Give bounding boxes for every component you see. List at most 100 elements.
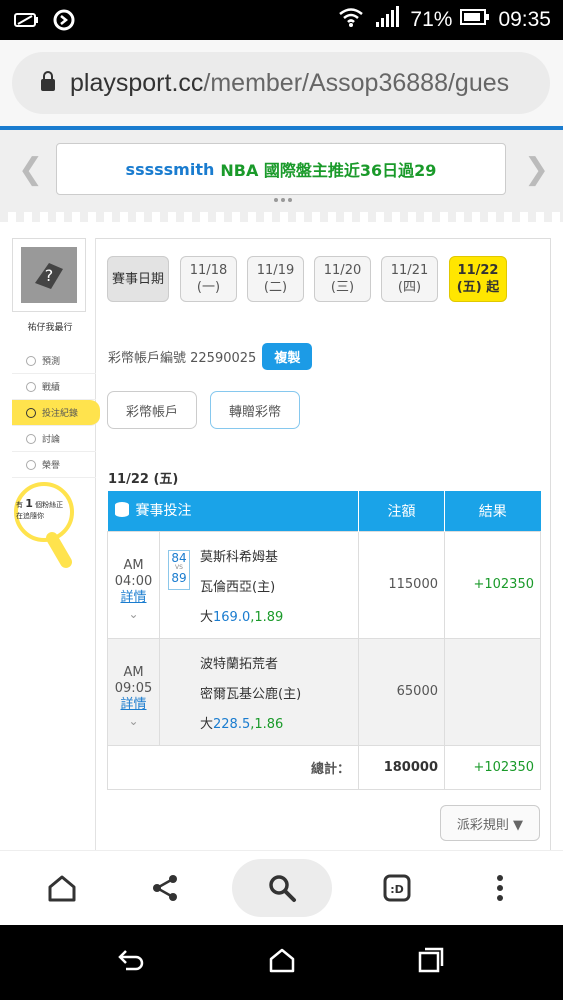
sidebar-item-bet-history[interactable]: 投注紀錄: [12, 400, 100, 426]
date-filter-label: 賽事日期: [107, 256, 169, 302]
date-button-1119[interactable]: 11/19 (二): [247, 256, 304, 302]
total-amount: 180000: [358, 744, 445, 790]
sidebar-item-discuss[interactable]: 討論: [12, 426, 96, 452]
system-nav-bar: [0, 925, 563, 1000]
follower-bulb[interactable]: 有 1 個粉絲正 在追隨你: [12, 482, 82, 572]
date-button-1121[interactable]: 11/21 (四): [381, 256, 438, 302]
avatar[interactable]: ?: [12, 238, 86, 312]
day-text: (二): [263, 280, 288, 295]
result: [444, 637, 541, 746]
game-cell: 波特蘭拓荒者 密爾瓦基公鹿(主) 大228.5,1.86: [159, 637, 359, 746]
header-result: 結果: [444, 491, 541, 531]
lightbulb-icon: [14, 482, 74, 568]
game-time: 04:00: [114, 573, 153, 589]
detail-link[interactable]: 詳情: [108, 697, 159, 713]
tabs-icon[interactable]: :D: [367, 859, 427, 917]
payout-rules-button[interactable]: 派彩規則 ▼: [440, 805, 540, 841]
away-team: 波特蘭拓荒者: [200, 656, 279, 672]
table-row: AM 09:05 詳情 ⌄ 波特蘭拓荒者 密爾瓦基公鹿(主) 大228.5,1.…: [107, 637, 541, 746]
profile-sidebar: ? 祐仔我最行 預測 戰績 投注紀錄 討論 榮譽 有 1 個粉絲正 在追隨你: [12, 238, 100, 850]
time-cell: AM 09:05 詳情 ⌄: [107, 637, 160, 746]
total-result: +102350: [444, 744, 541, 790]
sidebar-item-label: 榮譽: [42, 461, 61, 471]
score-away: 84: [171, 550, 187, 565]
battery-icon: [460, 8, 490, 32]
header-amount: 注額: [358, 491, 445, 531]
date-text: 11/21: [390, 263, 429, 278]
url-text: playsport.cc/member/Assop36888/gues: [70, 69, 509, 98]
total-label: 總計：: [107, 744, 359, 790]
recents-icon[interactable]: [418, 947, 444, 977]
day-text: (五) 起: [456, 280, 500, 295]
back-icon[interactable]: [116, 947, 146, 977]
sidebar-item-record[interactable]: 戰績: [12, 374, 96, 400]
pick: 大: [200, 716, 214, 732]
sync-icon: [52, 8, 76, 37]
time-cell: AM 04:00 詳情 ⌄: [107, 530, 160, 639]
account-info: 彩幣帳戶編號 22590025 複製: [108, 343, 313, 370]
battery-saver-icon: [14, 10, 40, 35]
bet-history-icon: [26, 407, 36, 418]
date-text: 11/20: [323, 263, 362, 278]
lock-icon: [40, 70, 56, 96]
date-text: 11/18: [189, 263, 228, 278]
sidebar-item-honor[interactable]: 榮譽: [12, 452, 96, 478]
result: +102350: [444, 530, 541, 639]
chevron-right-icon[interactable]: ❯: [524, 152, 549, 187]
banner-text: NBA 國際盤主推近36日過29: [220, 161, 437, 180]
carousel-dots: [274, 198, 292, 202]
address-bar[interactable]: playsport.cc/member/Assop36888/gues: [12, 52, 550, 114]
tab-wallet[interactable]: 彩幣帳戶: [107, 391, 197, 429]
date-button-1118[interactable]: 11/18 (一): [180, 256, 237, 302]
sidebar-item-predict[interactable]: 預測: [12, 348, 96, 374]
search-icon[interactable]: [232, 859, 332, 917]
follower-count: 1: [25, 497, 33, 510]
more-menu-icon[interactable]: [470, 859, 530, 917]
pick: 大: [200, 609, 214, 625]
promo-banner: ❮ sssssmith NBA 國際盤主推近36日過29 ❯: [0, 130, 563, 220]
divider: [0, 212, 563, 222]
share-icon[interactable]: [135, 859, 195, 917]
avatar-placeholder-icon: ?: [21, 247, 77, 303]
game-cell: 84 VS 89 莫斯科希姆基 瓦倫西亞(主) 大169.0,1.89: [159, 530, 359, 639]
day-text: (三): [330, 280, 355, 295]
date-button-1120[interactable]: 11/20 (三): [314, 256, 371, 302]
odds: ,1.89: [250, 609, 284, 625]
record-icon: [26, 381, 36, 392]
odds: ,1.86: [250, 716, 284, 732]
url-domain: playsport.cc: [70, 68, 204, 97]
sidebar-item-label: 投注紀錄: [42, 409, 79, 419]
day-text: (一): [196, 280, 221, 295]
banner-card[interactable]: sssssmith NBA 國際盤主推近36日過29: [56, 143, 506, 195]
ampm: AM: [123, 664, 144, 680]
line: 169.0: [213, 609, 251, 625]
chevron-down-icon[interactable]: ⌄: [108, 713, 159, 729]
bet-history-panel: 賽事日期 11/18 (一) 11/19 (二) 11/20 (三) 11/21 (四)…: [96, 238, 551, 850]
copy-button[interactable]: 複製: [262, 343, 313, 370]
score-box: 84 VS 89: [168, 549, 190, 590]
home-nav-icon[interactable]: [268, 947, 296, 977]
predict-icon: [26, 355, 36, 366]
day-text: (四): [397, 280, 422, 295]
amount: 65000: [358, 637, 445, 746]
home-icon[interactable]: [32, 859, 92, 917]
total-row: 總計： 180000 +102350: [107, 744, 541, 790]
detail-link[interactable]: 詳情: [108, 590, 159, 606]
chevron-down-icon[interactable]: ⌄: [108, 606, 159, 622]
honor-icon: [26, 459, 36, 470]
home-team: 瓦倫西亞(主): [200, 579, 276, 595]
wifi-icon: [338, 6, 364, 34]
bet-pick: 大169.0,1.89: [200, 606, 283, 625]
day-heading: 11/22 (五): [108, 472, 179, 487]
header-bet-label: 賽事投注: [135, 503, 192, 520]
tab-transfer[interactable]: 轉贈彩幣: [210, 391, 300, 429]
table-row: AM 04:00 詳情 ⌄ 84 VS 89 莫斯科希姆基 瓦倫西亞(主) 大1…: [107, 530, 541, 639]
bulb-text-3: 在追隨你: [16, 512, 44, 520]
chevron-left-icon[interactable]: ❮: [18, 152, 43, 187]
date-button-1122[interactable]: 11/22 (五) 起: [449, 256, 507, 302]
discuss-icon: [26, 433, 36, 444]
ampm: AM: [123, 557, 144, 573]
sidebar-item-label: 討論: [42, 435, 61, 445]
url-path: /member/Assop36888/gues: [203, 68, 510, 97]
sidebar-item-label: 戰績: [42, 383, 61, 393]
